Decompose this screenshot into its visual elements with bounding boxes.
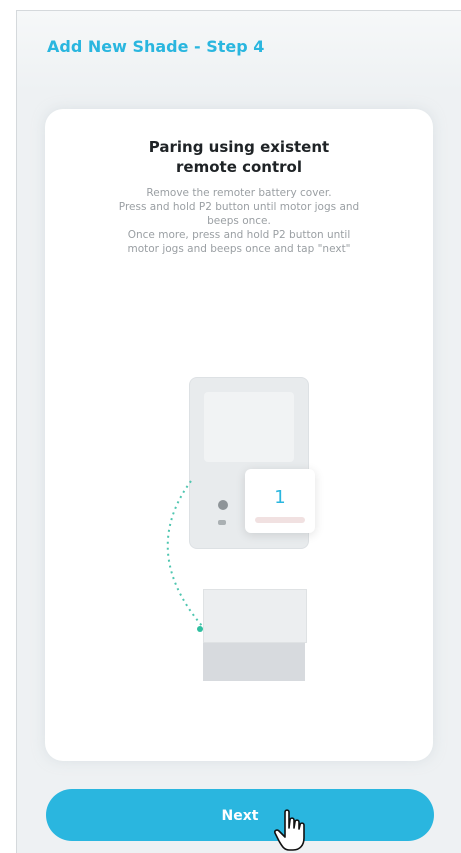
motor-base-illustration [203,643,305,681]
description-line-5: motor jogs and beeps once and tap "next" [127,243,351,255]
card-description: Remove the remoter battery cover. Press … [63,186,415,256]
pairing-illustration: 1 [45,369,433,699]
header: Add New Shade - Step 4 [17,11,461,91]
motor-unit-illustration [203,589,307,643]
card-title: Paring using existent remote control [45,137,433,177]
app-frame: Add New Shade - Step 4 Paring using exis… [16,10,461,853]
description-line-3: beeps once. [207,215,271,227]
card-title-line-1: Paring using existent [148,138,330,156]
remote-button [218,500,228,510]
hand-pointer-icon [274,809,305,851]
step-popup: 1 [245,469,315,533]
page-title: Add New Shade - Step 4 [47,37,265,56]
card-title-line-2: remote control [176,158,302,176]
description-line-4: Once more, press and hold P2 button unti… [127,229,351,241]
remote-screen [204,392,294,462]
popup-indicator [255,517,305,523]
signal-dot-icon [197,626,203,632]
remote-p2-button [218,520,226,525]
instruction-card: Paring using existent remote control Rem… [45,109,433,761]
step-number: 1 [274,487,286,508]
next-button[interactable]: Next [46,789,434,841]
description-line-1: Remove the remoter battery cover. [146,187,332,199]
description-line-2: Press and hold P2 button until motor jog… [118,201,360,213]
signal-path-icon [166,480,203,628]
